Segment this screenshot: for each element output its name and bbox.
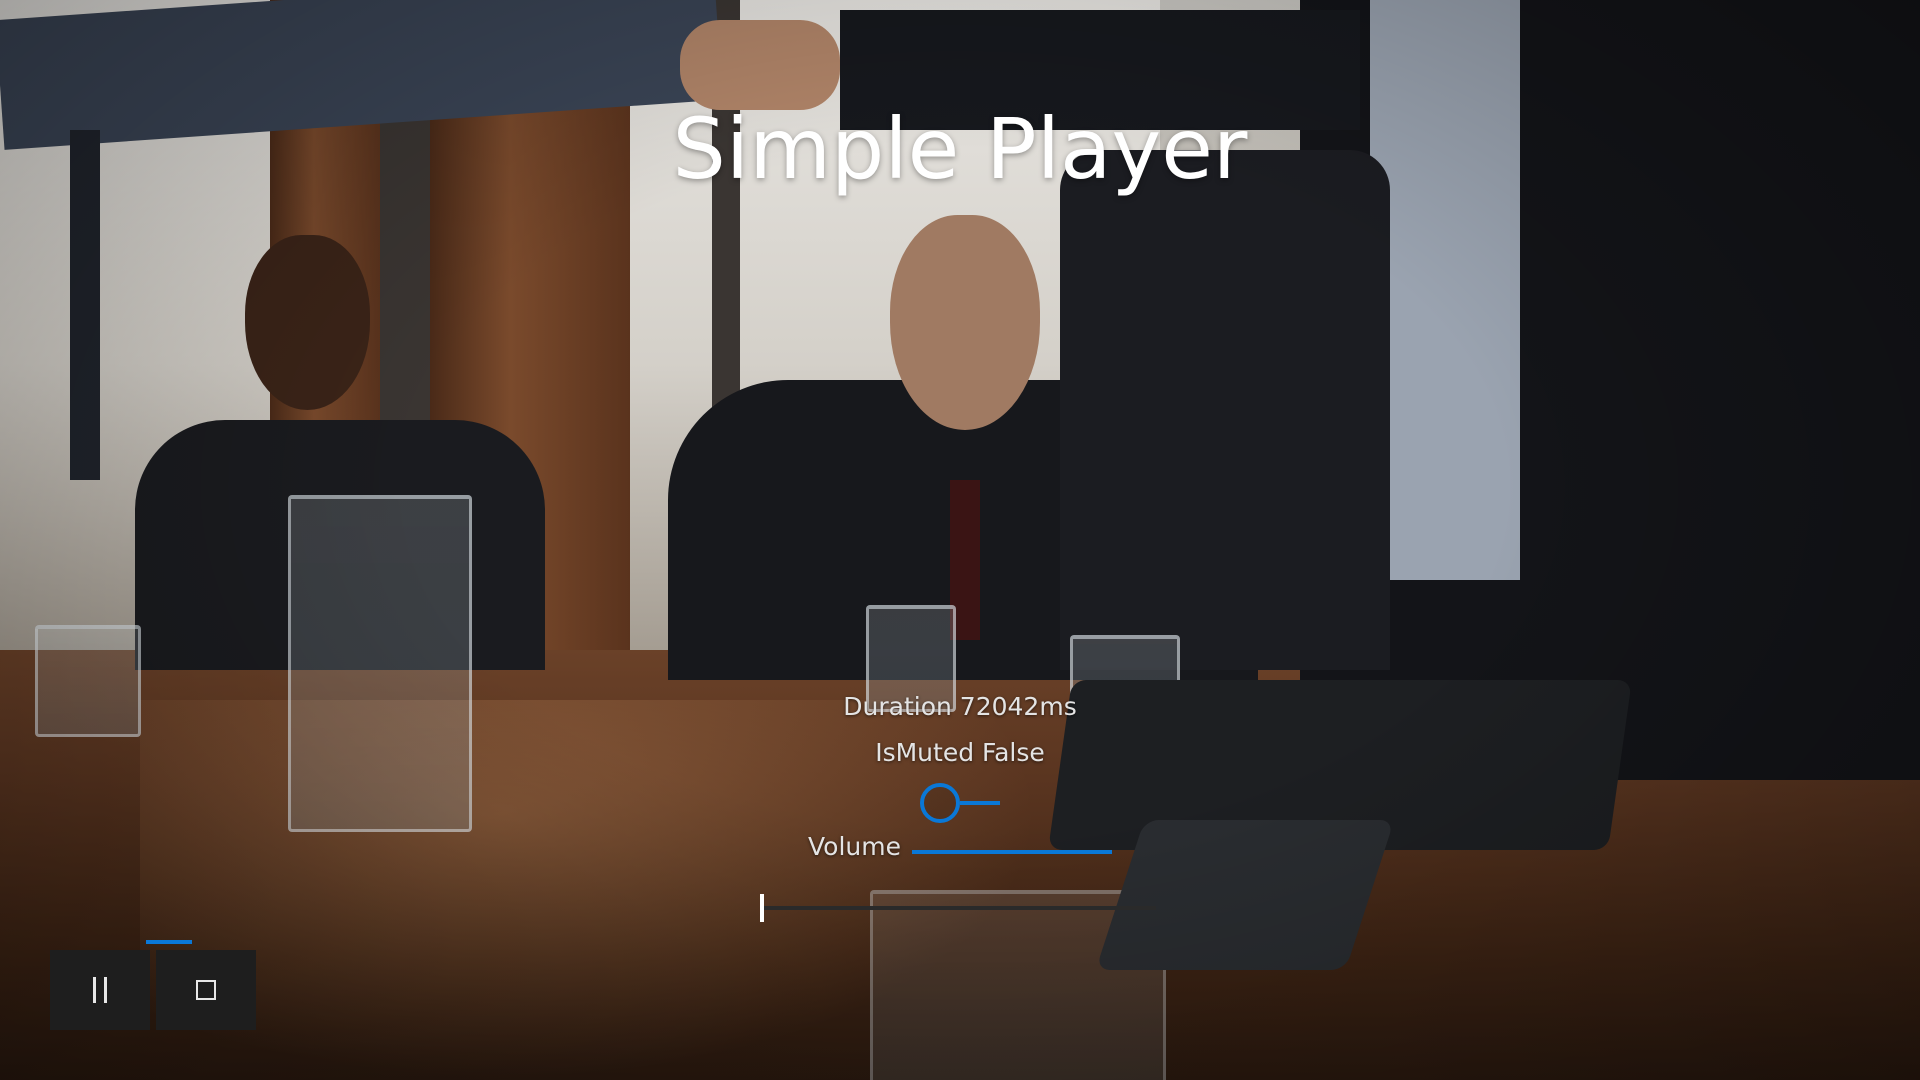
duration-text: Duration 72042ms [843, 692, 1077, 721]
mute-toggle[interactable] [920, 783, 1000, 823]
focus-indicator [146, 940, 192, 944]
seated-woman-face [245, 235, 370, 410]
handshake [680, 20, 840, 110]
pause-button[interactable] [50, 950, 150, 1030]
player-screen: Simple Player Duration 72042ms IsMuted F… [0, 0, 1920, 1080]
mute-toggle-track [960, 801, 1000, 805]
phone-stand [1095, 820, 1395, 970]
background-person [1060, 150, 1390, 670]
mute-toggle-knob[interactable] [920, 783, 960, 823]
seated-man-face [890, 215, 1040, 430]
water-pitcher [288, 495, 472, 832]
seek-bar[interactable] [760, 894, 1156, 922]
seek-bar-thumb[interactable] [760, 894, 764, 922]
stop-icon [196, 980, 216, 1000]
muted-status-text: IsMuted False [875, 738, 1045, 767]
volume-slider[interactable] [912, 850, 1112, 854]
volume-slider-fill [912, 850, 1112, 854]
standing-man-shirt [1370, 0, 1520, 580]
volume-label: Volume [808, 832, 901, 861]
pause-icon [93, 977, 107, 1003]
app-title: Simple Player [672, 100, 1248, 198]
stop-button[interactable] [156, 950, 256, 1030]
